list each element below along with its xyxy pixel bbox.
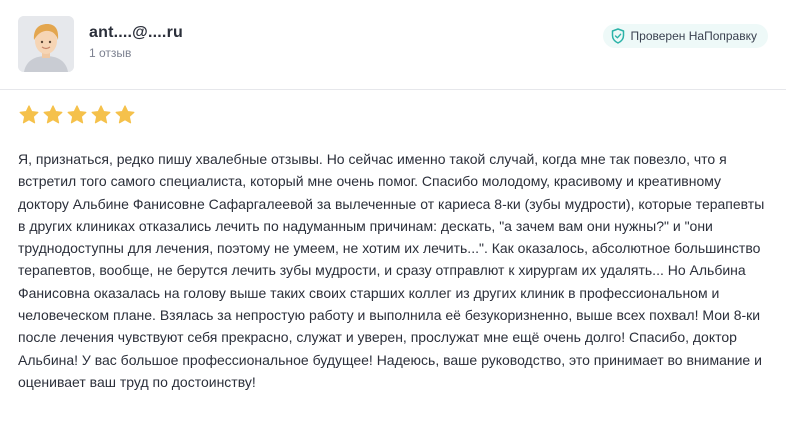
header-divider bbox=[0, 89, 786, 90]
rating-stars bbox=[18, 104, 136, 126]
star-icon bbox=[91, 105, 111, 124]
reviewer-name: ant....@....ru bbox=[89, 24, 183, 41]
star-icon bbox=[67, 105, 87, 124]
review-header: ant....@....ru 1 отзыв Проверен НаПоправ… bbox=[0, 0, 786, 89]
star-icon bbox=[43, 105, 63, 124]
verified-badge-label: Проверен НаПоправку bbox=[630, 29, 757, 43]
review-card: ant....@....ru 1 отзыв Проверен НаПоправ… bbox=[0, 0, 786, 421]
avatar bbox=[18, 16, 74, 72]
star-icon bbox=[115, 105, 135, 124]
review-count: 1 отзыв bbox=[89, 46, 132, 60]
star-icon bbox=[19, 105, 39, 124]
verified-badge: Проверен НаПоправку bbox=[602, 24, 768, 48]
review-text: Я, признаться, редко пишу хвалебные отзы… bbox=[18, 151, 765, 390]
user-avatar-icon bbox=[18, 16, 74, 72]
shield-check-icon bbox=[611, 28, 624, 44]
